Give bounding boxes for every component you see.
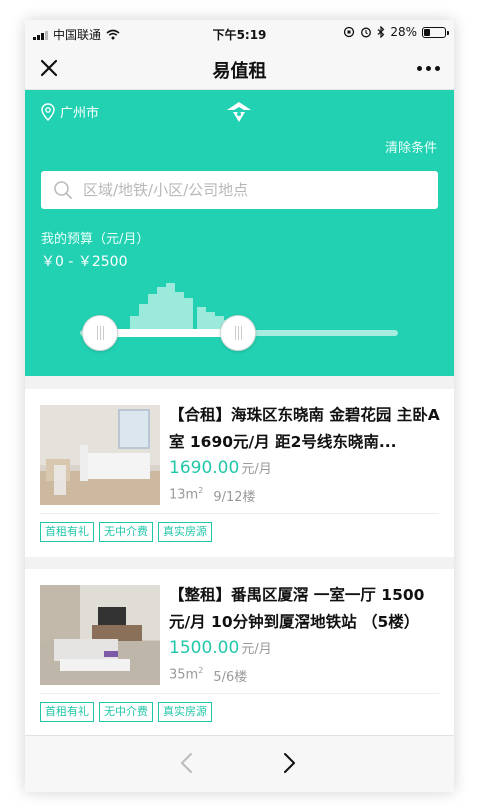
listing-card[interactable]: 【整租】番禺区厦滘 一室一厅 1500元/月 10分钟到厦滘地铁站 （5楼） 1… (25, 569, 454, 737)
tag: 无中介费 (99, 522, 153, 542)
divider (40, 693, 439, 694)
listing-title[interactable]: 【合租】海珠区东晓南 金碧花园 主卧A室 1690元/月 距2号线东晓南... (169, 402, 441, 456)
battery-percent: 28% (390, 25, 417, 39)
price-unit: 元/月 (241, 642, 272, 657)
chevron-left-icon[interactable] (179, 752, 193, 774)
phone-frame: 中国联通 下午5:19 28% 易值租 广州市 清除条件 区域/地铁/小区/公司… (25, 20, 454, 792)
price-value: 1500.00 (169, 638, 240, 658)
listing-tags: 首租有礼 无中介费 真实房源 (40, 702, 212, 722)
listing-area: 35m2 (169, 666, 204, 683)
chevron-right-icon[interactable] (283, 752, 297, 774)
status-bar: 中国联通 下午5:19 28% (25, 20, 454, 46)
budget-min-handle[interactable] (82, 315, 118, 351)
listing-price: 1500.00 元/月 (169, 638, 272, 658)
bluetooth-icon (377, 26, 385, 38)
listing-photo (40, 405, 160, 505)
page-title: 易值租 (212, 61, 267, 82)
price-unit: 元/月 (241, 462, 272, 477)
battery-level (424, 28, 430, 36)
status-right: 28% (343, 25, 449, 39)
listing-tags: 首租有礼 无中介费 真实房源 (40, 522, 212, 542)
tag: 真实房源 (158, 522, 212, 542)
listing-card[interactable]: 【合租】海珠区东晓南 金碧花园 主卧A室 1690元/月 距2号线东晓南... … (25, 389, 454, 557)
tag: 无中介费 (99, 702, 153, 722)
divider (40, 513, 439, 514)
tag: 首租有礼 (40, 522, 94, 542)
price-value: 1690.00 (169, 458, 240, 478)
listing-title[interactable]: 【整租】番禺区厦滘 一室一厅 1500元/月 10分钟到厦滘地铁站 （5楼） (169, 582, 441, 636)
battery-icon (422, 26, 449, 38)
tag: 首租有礼 (40, 702, 94, 722)
listing-meta: 13m2 9/12楼 (169, 486, 256, 505)
orientation-lock-icon (344, 26, 355, 38)
filter-panel: 广州市 清除条件 我的预算（元/月） ￥0 - ￥2500 (25, 90, 454, 376)
nav-bar: 易值租 (25, 46, 454, 90)
listing-photo (40, 585, 160, 685)
browser-toolbar (25, 735, 454, 792)
alarm-icon (361, 27, 372, 38)
listing-price: 1690.00 元/月 (169, 458, 272, 478)
listing-area: 13m2 (169, 486, 204, 503)
tag: 真实房源 (158, 702, 212, 722)
budget-max-handle[interactable] (220, 315, 256, 351)
listing-meta: 35m2 5/6楼 (169, 666, 247, 685)
more-icon[interactable] (417, 66, 440, 71)
listing-floor: 5/6楼 (213, 670, 248, 685)
listing-floor: 9/12楼 (213, 490, 256, 505)
